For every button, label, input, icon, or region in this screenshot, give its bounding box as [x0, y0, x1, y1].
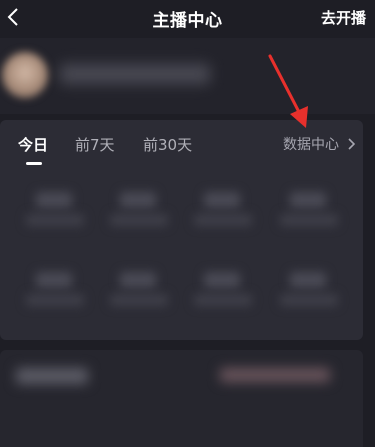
stat-item-blurred[interactable]: [110, 272, 168, 312]
active-tab-indicator: [26, 162, 42, 165]
stats-card: 今日 前7天 前30天 数据中心: [0, 120, 363, 340]
profile-section[interactable]: [0, 38, 375, 114]
stat-item-blurred[interactable]: [280, 272, 338, 312]
stat-item-blurred[interactable]: [26, 192, 84, 232]
data-center-label: 数据中心: [283, 137, 339, 153]
bottom-title-blurred: [16, 368, 88, 384]
stat-item-blurred[interactable]: [194, 192, 252, 232]
top-nav-bar: 主播中心 去开播: [0, 0, 375, 36]
data-center-link[interactable]: 数据中心: [283, 134, 355, 154]
stat-item-blurred[interactable]: [194, 272, 252, 312]
page-title: 主播中心: [152, 11, 223, 31]
chevron-right-icon: [347, 138, 355, 150]
tab-today[interactable]: 今日: [18, 134, 48, 155]
period-tabs: 今日 前7天 前30天 数据中心: [0, 120, 363, 168]
profile-name-blurred: [60, 64, 210, 84]
go-live-button[interactable]: 去开播: [321, 7, 366, 28]
avatar[interactable]: [2, 52, 48, 98]
stat-item-blurred[interactable]: [280, 192, 338, 232]
bottom-card: [0, 350, 363, 447]
bottom-info-blurred: [220, 368, 330, 382]
tab-last-30-days[interactable]: 前30天: [143, 134, 192, 155]
tab-last-7-days[interactable]: 前7天: [75, 134, 115, 155]
stat-item-blurred[interactable]: [26, 272, 84, 312]
stat-item-blurred[interactable]: [110, 192, 168, 232]
